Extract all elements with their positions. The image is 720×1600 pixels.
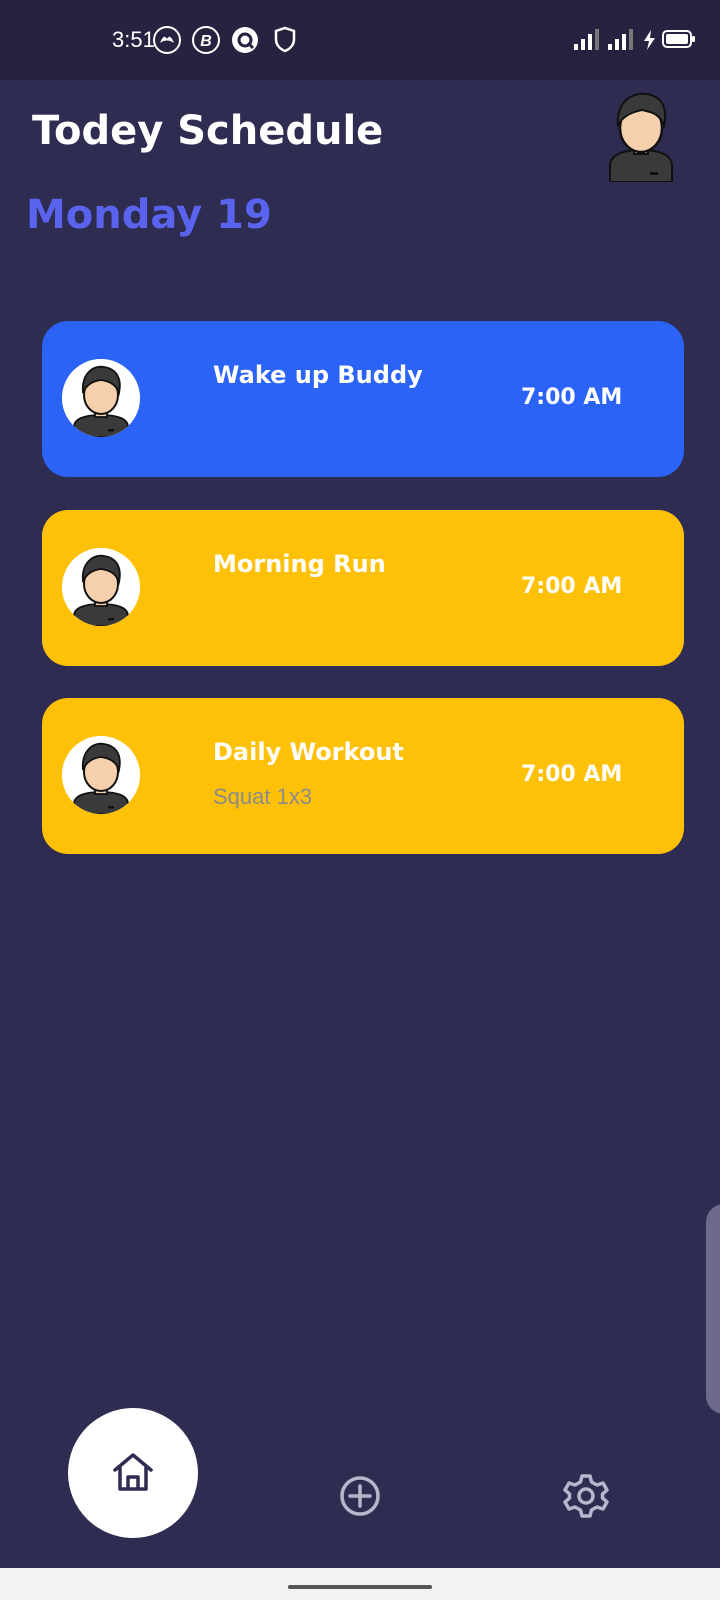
schedule-title: Daily Workout [213,738,404,766]
nav-home-button[interactable] [68,1408,198,1538]
b-app-icon: B [191,25,221,55]
add-circle-icon [340,1476,380,1516]
schedule-title: Morning Run [213,550,386,578]
avatar-icon[interactable] [606,88,676,183]
svg-text:B: B [200,33,212,50]
schedule-time: 7:00 AM [521,574,623,599]
schedule-time: 7:00 AM [521,385,623,410]
schedule-title: Wake up Buddy [213,361,423,389]
shield-icon [272,25,302,55]
battery-icon [662,30,695,48]
nav-settings-button[interactable] [562,1472,610,1520]
status-bar: 3:51 B [0,0,720,80]
schedule-card[interactable]: Morning Run 7:00 AM [42,510,684,666]
schedule-card[interactable]: Daily Workout Squat 1x3 7:00 AM [42,698,684,854]
home-indicator[interactable] [288,1585,432,1589]
schedule-card[interactable]: Wake up Buddy 7:00 AM [42,321,684,477]
signal-icon [574,28,604,54]
home-icon [113,1453,153,1491]
avatar-icon [62,736,140,814]
charging-icon [642,30,658,54]
date-label: Monday 19 [26,192,272,238]
page-title: Todey Schedule [32,108,384,154]
edge-drawer-handle[interactable] [706,1204,720,1414]
avatar-icon [62,359,140,437]
app-screen: 3:51 B Todey Schedule Monday 19 Wake up … [0,0,720,1600]
schedule-time: 7:00 AM [521,762,623,787]
q-app-icon [230,25,260,55]
avatar-icon [62,548,140,626]
phoenix-app-icon [152,25,182,55]
system-navigation-bar [0,1568,720,1600]
status-time: 3:51 [112,27,155,52]
nav-add-button[interactable] [338,1474,382,1518]
settings-icon [563,1474,609,1518]
signal-icon [608,28,638,54]
schedule-subtitle: Squat 1x3 [213,784,313,809]
